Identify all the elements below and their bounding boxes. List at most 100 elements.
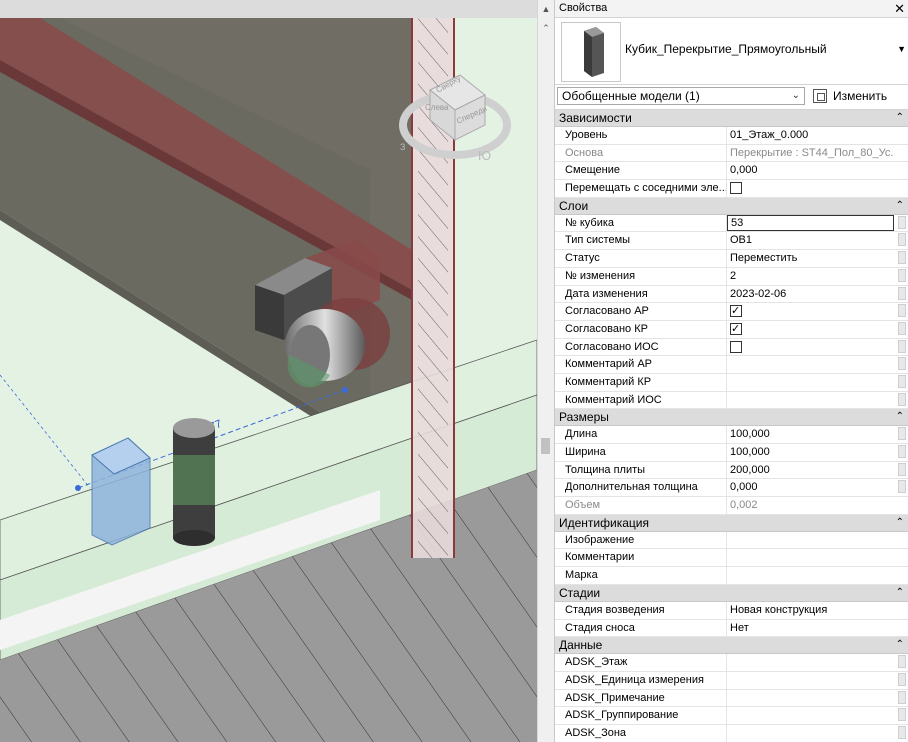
- property-value[interactable]: [727, 707, 894, 724]
- close-icon[interactable]: ✕: [894, 0, 905, 17]
- viewcube-left-label[interactable]: Слева: [425, 103, 449, 112]
- row-edit-button[interactable]: [898, 304, 906, 318]
- row-edit-button[interactable]: [898, 462, 906, 476]
- group-header[interactable]: Слои ⌃: [555, 197, 908, 215]
- property-row[interactable]: Основа Перекрытие : ST44_Пол_80_Ус...: [555, 144, 908, 163]
- property-value[interactable]: [727, 672, 894, 689]
- property-row[interactable]: ADSK_Единица измерения: [555, 671, 908, 690]
- property-value[interactable]: [727, 374, 894, 391]
- property-value[interactable]: [727, 356, 894, 373]
- collapse-icon[interactable]: ⌃: [896, 198, 904, 214]
- property-value[interactable]: ОВ1: [727, 232, 894, 249]
- property-value[interactable]: Нет: [727, 620, 894, 637]
- row-edit-button[interactable]: [898, 286, 906, 300]
- property-value[interactable]: [727, 725, 894, 742]
- property-row[interactable]: Ширина 100,000: [555, 444, 908, 462]
- property-value[interactable]: [727, 549, 894, 566]
- property-value[interactable]: 01_Этаж_0.000: [727, 127, 894, 144]
- type-selector[interactable]: Кубик_Перекрытие_Прямоугольный ▼: [555, 18, 908, 85]
- row-edit-button[interactable]: [898, 655, 906, 669]
- property-row[interactable]: Объем 0,002: [555, 497, 908, 515]
- scroll-thumb[interactable]: [541, 438, 550, 454]
- checkbox-unchecked[interactable]: [730, 182, 742, 195]
- row-edit-button[interactable]: [898, 215, 906, 229]
- checkbox-checked[interactable]: [730, 303, 742, 319]
- checkbox-unchecked[interactable]: [730, 340, 742, 353]
- row-edit-button[interactable]: [898, 251, 906, 265]
- row-edit-button[interactable]: [898, 321, 906, 335]
- property-row[interactable]: Комментарий АР: [555, 356, 908, 374]
- row-edit-button[interactable]: [898, 690, 906, 704]
- property-value[interactable]: [727, 180, 894, 197]
- property-value[interactable]: [727, 532, 894, 549]
- type-name[interactable]: Кубик_Перекрытие_Прямоугольный: [625, 42, 827, 56]
- 3d-viewport[interactable]: Сверху Слева Спереди Ю З 723,977: [0, 0, 537, 742]
- property-value[interactable]: [727, 339, 894, 356]
- property-value[interactable]: [727, 321, 894, 338]
- property-row[interactable]: Согласовано КР: [555, 320, 908, 339]
- group-header[interactable]: Идентификация ⌃: [555, 514, 908, 532]
- row-edit-button[interactable]: [898, 480, 906, 494]
- property-row[interactable]: Перемещать с соседними эле...: [555, 180, 908, 198]
- property-value[interactable]: 53: [727, 214, 894, 232]
- row-edit-button[interactable]: [898, 233, 906, 247]
- property-row[interactable]: Толщина плиты 200,000: [555, 461, 908, 480]
- property-row[interactable]: № изменения 2: [555, 267, 908, 286]
- property-value[interactable]: 0,000: [727, 162, 894, 179]
- property-row[interactable]: Изображение: [555, 531, 908, 550]
- property-row[interactable]: Дата изменения 2023-02-06: [555, 285, 908, 304]
- chevron-down-icon[interactable]: ▼: [897, 44, 906, 54]
- group-header[interactable]: Размеры ⌃: [555, 409, 908, 427]
- row-edit-button[interactable]: [898, 374, 906, 388]
- collapse-icon[interactable]: ⌃: [896, 110, 904, 126]
- property-value[interactable]: 100,000: [727, 444, 894, 461]
- property-row[interactable]: Дополнительная толщина 0,000: [555, 479, 908, 498]
- property-row[interactable]: Согласовано АР: [555, 303, 908, 321]
- property-value[interactable]: Новая конструкция: [727, 602, 894, 619]
- scroll-up-arrow-icon[interactable]: ▲: [541, 3, 551, 15]
- property-value[interactable]: [727, 567, 894, 584]
- group-header[interactable]: Данные ⌃: [555, 637, 908, 655]
- row-edit-button[interactable]: [898, 427, 906, 441]
- property-value[interactable]: 2023-02-06: [727, 286, 894, 303]
- property-value[interactable]: Переместить: [727, 250, 894, 267]
- row-edit-button[interactable]: [898, 268, 906, 282]
- property-row[interactable]: № кубика 53: [555, 214, 908, 233]
- edit-type-button[interactable]: Изменить тип: [811, 87, 908, 121]
- row-edit-button[interactable]: [898, 708, 906, 722]
- property-value[interactable]: [727, 303, 894, 320]
- collapse-icon[interactable]: ⌃: [896, 585, 904, 601]
- property-row[interactable]: Тип системы ОВ1: [555, 232, 908, 251]
- property-row[interactable]: ADSK_Группирование: [555, 707, 908, 725]
- row-edit-button[interactable]: [898, 672, 906, 686]
- property-value[interactable]: 200,000: [727, 462, 894, 479]
- property-row[interactable]: Стадия сноса Нет: [555, 619, 908, 638]
- property-value[interactable]: [727, 690, 894, 707]
- property-value[interactable]: 0,000: [727, 479, 894, 496]
- property-value[interactable]: 100,000: [727, 426, 894, 443]
- property-value[interactable]: [727, 392, 894, 409]
- category-filter-select[interactable]: Обобщенные модели (1) ⌄: [557, 87, 805, 105]
- property-row[interactable]: Комментарии: [555, 549, 908, 568]
- property-row[interactable]: ADSK_Зона: [555, 724, 908, 742]
- property-row[interactable]: ADSK_Примечание: [555, 689, 908, 708]
- row-edit-button[interactable]: [898, 392, 906, 406]
- group-header[interactable]: Зависимости ⌃: [555, 110, 908, 127]
- property-row[interactable]: Марка: [555, 567, 908, 585]
- collapse-icon[interactable]: ⌃: [896, 409, 904, 425]
- collapse-icon[interactable]: ⌃: [896, 637, 904, 653]
- property-row[interactable]: Комментарий ИОС: [555, 391, 908, 410]
- row-edit-button[interactable]: [898, 725, 906, 739]
- property-row[interactable]: Уровень 01_Этаж_0.000: [555, 127, 908, 145]
- model-view[interactable]: Сверху Слева Спереди Ю З 723,977: [0, 0, 537, 742]
- property-row[interactable]: Стадия возведения Новая конструкция: [555, 601, 908, 620]
- row-edit-button[interactable]: [898, 357, 906, 371]
- group-header[interactable]: Стадии ⌃: [555, 584, 908, 602]
- scroll-up-button-icon[interactable]: ⌃: [541, 22, 551, 34]
- property-value[interactable]: 2: [727, 268, 894, 285]
- viewport-scrollbar[interactable]: ▲ ⌃: [537, 0, 554, 742]
- property-row[interactable]: Длина 100,000: [555, 426, 908, 444]
- property-row[interactable]: Смещение 0,000: [555, 162, 908, 181]
- property-row[interactable]: ADSK_Этаж: [555, 654, 908, 672]
- property-row[interactable]: Статус Переместить: [555, 250, 908, 268]
